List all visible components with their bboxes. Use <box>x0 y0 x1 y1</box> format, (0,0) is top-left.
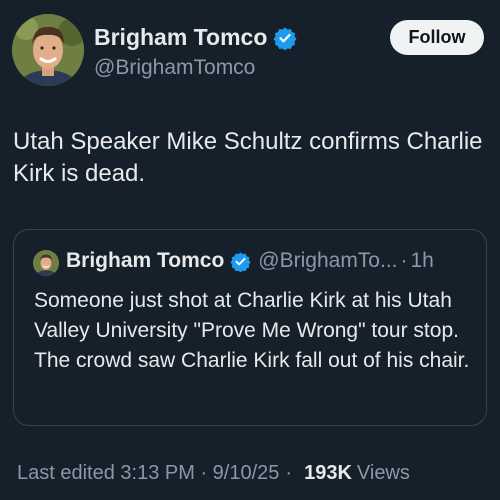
verified-badge-icon <box>273 26 297 50</box>
avatar[interactable] <box>12 14 84 86</box>
author-name-row[interactable]: Brigham Tomco <box>94 24 297 51</box>
quoted-author-name: Brigham Tomco <box>66 249 225 272</box>
edited-timestamp[interactable]: Last edited 3:13 PM · 9/10/25 <box>17 462 279 485</box>
quoted-timestamp: 1h <box>410 249 434 272</box>
tweet-meta: Last edited 3:13 PM · 9/10/25 · 193K Vie… <box>17 462 410 485</box>
author-handle[interactable]: @BrighamTomco <box>94 56 255 80</box>
quoted-tweet[interactable]: Brigham Tomco @BrighamTo... · 1h Someone… <box>13 229 487 426</box>
views-count: 193K <box>304 462 352 484</box>
quoted-tweet-text: Someone just shot at Charlie Kirk at his… <box>34 289 470 372</box>
quoted-author-handle: @BrighamTo... <box>258 249 398 272</box>
separator-dot: · <box>285 462 293 484</box>
tweet-view: Brigham Tomco @BrighamTomco Follow Utah … <box>0 0 500 500</box>
quoted-avatar <box>33 250 59 276</box>
author-name[interactable]: Brigham Tomco <box>94 24 267 51</box>
verified-badge-icon <box>230 251 251 272</box>
tweet-text: Utah Speaker Mike Schultz confirms Charl… <box>13 128 483 187</box>
quoted-header: Brigham Tomco @BrighamTo... · 1h <box>66 249 434 273</box>
follow-button[interactable]: Follow <box>390 20 484 55</box>
separator-dot: · <box>400 249 408 272</box>
views-label: Views <box>356 462 410 484</box>
